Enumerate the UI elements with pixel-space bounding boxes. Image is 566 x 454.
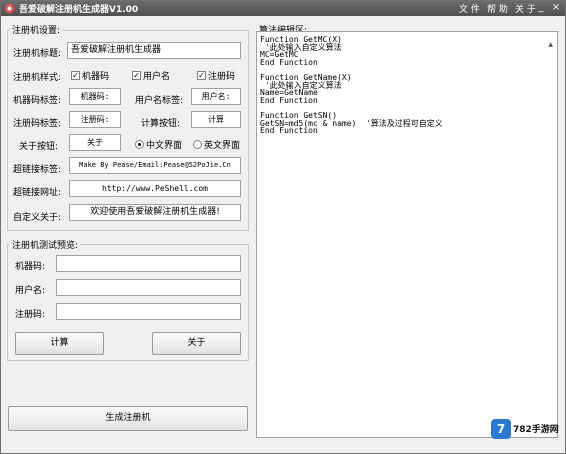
app-window: 吾爱破解注册机生成器V1.00 文 件 帮 助 关 于 _ × 注册机设置: 注… bbox=[0, 0, 566, 454]
menu-help[interactable]: 帮 助 bbox=[487, 2, 508, 15]
watermark-logo: 7 782手游网 bbox=[491, 415, 561, 443]
reg-tag-input[interactable]: 注册码: bbox=[69, 111, 121, 128]
style-user-checkbox[interactable]: ✓ 用户名 bbox=[132, 69, 170, 82]
lang-chinese-label: 中文界面 bbox=[146, 141, 183, 151]
lang-english-radio[interactable]: 英文界面 bbox=[193, 138, 240, 151]
link-label-input[interactable]: Make By Pease/Email:Pease@52PoJie.Cn bbox=[69, 157, 241, 174]
about-btn-label: 关于按钮: bbox=[19, 142, 59, 152]
style-machine-checkbox[interactable]: ✓ 机器码 bbox=[71, 69, 109, 82]
generate-keygen-button[interactable]: 生成注册机 bbox=[8, 406, 248, 431]
scroll-up-icon[interactable]: ▲ bbox=[548, 41, 553, 48]
link-label-label: 超链接标签: bbox=[13, 165, 62, 175]
style-reg-checkbox[interactable]: ✓ 注册码 bbox=[197, 69, 235, 82]
custom-about-label: 自定义关于: bbox=[13, 213, 62, 223]
keygen-title-label: 注册机标题: bbox=[13, 49, 62, 59]
preview-machine-input[interactable] bbox=[56, 255, 241, 272]
link-url-label: 超链接网址: bbox=[13, 188, 62, 198]
lang-english-label: 英文界面 bbox=[204, 141, 241, 151]
title-bar: 吾爱破解注册机生成器V1.00 文 件 帮 助 关 于 _ × bbox=[1, 1, 565, 16]
style-reg-label: 注册码 bbox=[208, 72, 236, 82]
calc-btn-input[interactable]: 计算 bbox=[191, 111, 241, 128]
watermark-text: 782手游网 bbox=[513, 425, 559, 435]
keygen-title-input[interactable]: 吾爱破解注册机生成器 bbox=[67, 42, 241, 59]
settings-group-title: 注册机设置: bbox=[10, 23, 63, 36]
watermark-mark-icon: 7 bbox=[491, 419, 511, 439]
check-icon: ✓ bbox=[132, 71, 141, 80]
custom-about-input[interactable]: 欢迎使用吾爱破解注册机生成器! bbox=[69, 204, 241, 221]
preview-user-label: 用户名: bbox=[15, 286, 46, 296]
preview-about-button[interactable]: 关于 bbox=[152, 332, 241, 355]
preview-calc-button[interactable]: 计算 bbox=[15, 332, 104, 355]
style-label: 注册机样式: bbox=[13, 73, 62, 83]
style-machine-label: 机器码 bbox=[82, 72, 110, 82]
preview-group-title: 注册机测试预览: bbox=[10, 238, 81, 251]
minimize-button[interactable]: _ bbox=[533, 1, 549, 15]
calc-btn-label: 计算按钮: bbox=[141, 119, 181, 129]
preview-reg-input[interactable] bbox=[56, 303, 241, 320]
about-btn-input[interactable]: 关于 bbox=[69, 134, 121, 151]
preview-user-input[interactable] bbox=[56, 279, 241, 296]
preview-reg-label: 注册码: bbox=[15, 310, 46, 320]
algorithm-editor[interactable]: Function GetMC(X) '此处输入自定义算法 MC=GetMC En… bbox=[256, 31, 558, 438]
machine-tag-label: 机器码标签: bbox=[13, 96, 62, 106]
lang-chinese-radio[interactable]: 中文界面 bbox=[135, 138, 182, 151]
style-user-label: 用户名 bbox=[143, 72, 171, 82]
radio-on-icon bbox=[135, 140, 144, 149]
check-icon: ✓ bbox=[197, 71, 206, 80]
app-icon bbox=[4, 3, 15, 14]
machine-tag-input[interactable]: 机器码: bbox=[69, 88, 121, 105]
link-url-input[interactable]: http://www.PeShell.com bbox=[69, 180, 241, 197]
user-tag-label: 用户名标签: bbox=[135, 96, 184, 106]
settings-group bbox=[7, 30, 249, 231]
user-tag-input[interactable]: 用户名: bbox=[191, 88, 241, 105]
radio-off-icon bbox=[193, 140, 202, 149]
close-button[interactable]: × bbox=[548, 1, 564, 15]
algorithm-code[interactable]: Function GetMC(X) '此处输入自定义算法 MC=GetMC En… bbox=[260, 36, 443, 135]
preview-machine-label: 机器码: bbox=[15, 262, 46, 272]
menu-file[interactable]: 文 件 bbox=[459, 2, 480, 15]
reg-tag-label: 注册码标签: bbox=[13, 119, 62, 129]
window-title: 吾爱破解注册机生成器V1.00 bbox=[19, 5, 139, 15]
check-icon: ✓ bbox=[71, 71, 80, 80]
